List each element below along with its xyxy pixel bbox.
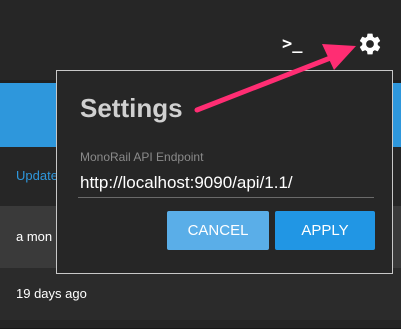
cancel-button[interactable]: CANCEL xyxy=(167,211,269,250)
list-item-label: a mon xyxy=(16,229,53,244)
endpoint-input[interactable] xyxy=(78,168,374,198)
list-item-label: 19 days ago xyxy=(16,286,87,301)
dialog-title: Settings xyxy=(80,93,183,123)
top-navbar: >_ xyxy=(0,0,401,80)
list-item[interactable]: 19 days ago xyxy=(0,268,401,321)
apply-button[interactable]: APPLY xyxy=(275,211,375,250)
gear-icon[interactable] xyxy=(357,31,383,57)
settings-dialog: Settings MonoRail API Endpoint CANCEL AP… xyxy=(56,70,393,274)
terminal-icon[interactable]: >_ xyxy=(282,34,302,54)
list-item-label[interactable]: Update xyxy=(16,147,58,205)
endpoint-label: MonoRail API Endpoint xyxy=(80,150,204,164)
